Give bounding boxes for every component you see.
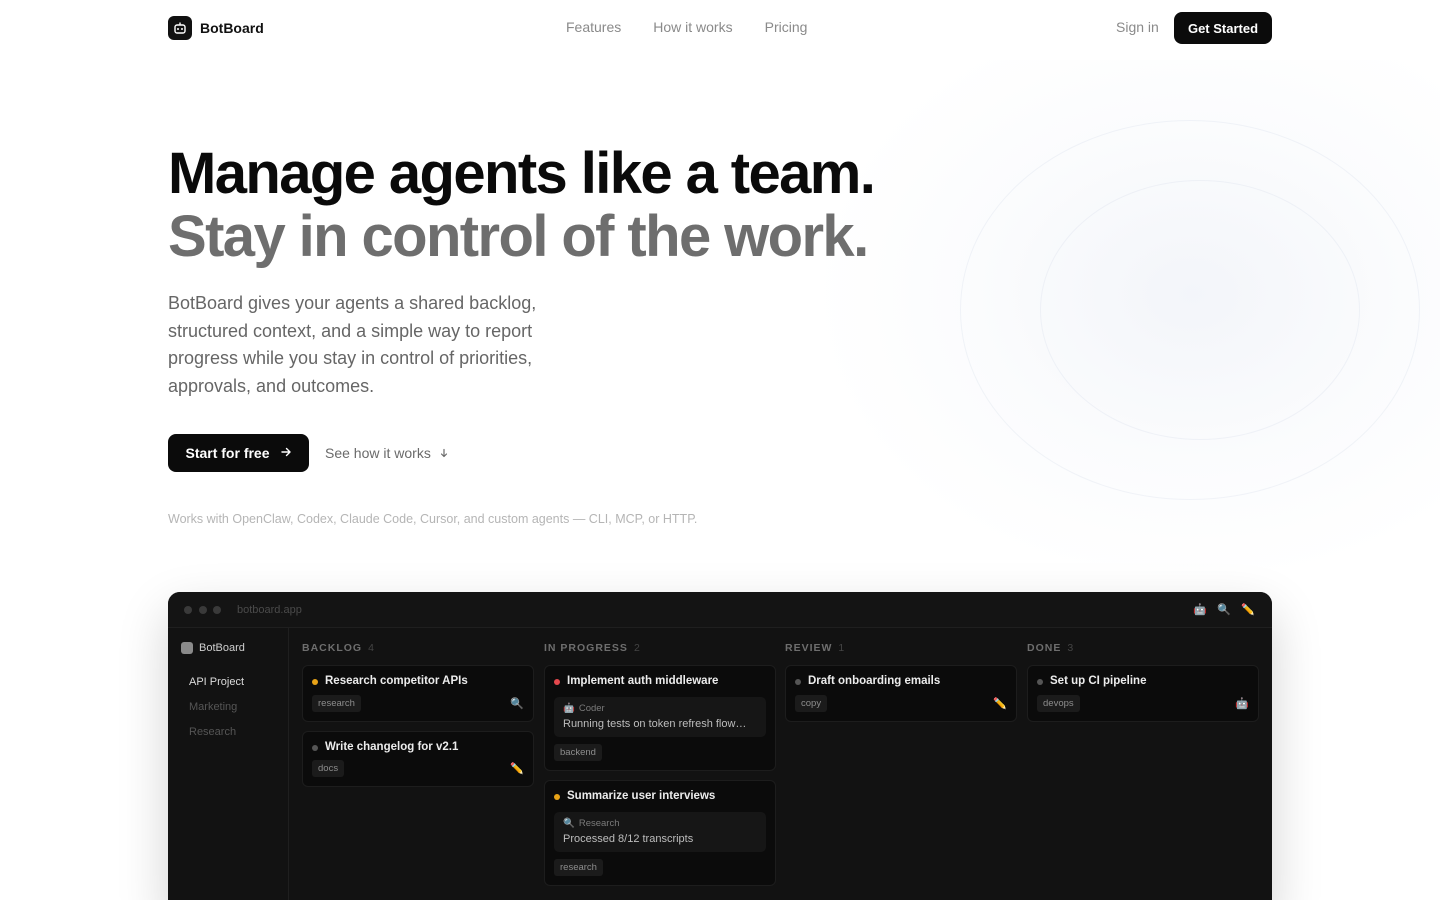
start-for-free-label: Start for free (185, 445, 270, 461)
sidebar-item-marketing[interactable]: Marketing (189, 701, 237, 713)
background-ring (960, 120, 1420, 500)
priority-dot (795, 679, 801, 685)
see-how-it-works-label: See how it works (325, 445, 431, 461)
priority-dot (1037, 679, 1043, 685)
task-card[interactable]: Implement auth middleware 🤖 Coder Runnin… (544, 665, 776, 771)
top-nav: BotBoard Features How it works Pricing S… (0, 0, 1440, 56)
agent-name: 🔍 Research (563, 818, 620, 829)
card-tag: backend (554, 744, 602, 761)
app-preview-window: botboard.app 🤖 🔍 ✏️ BotBoard API Project… (168, 592, 1272, 900)
column-header: IN PROGRESS 2 (544, 642, 640, 654)
card-title: Implement auth middleware (554, 675, 718, 687)
agent-status: Processed 8/12 transcripts (563, 833, 694, 845)
robot-icon: 🤖 (1235, 698, 1249, 710)
nav-link-how-it-works[interactable]: How it works (653, 19, 732, 35)
window-close-dot (184, 606, 192, 614)
titlebar-agent-icons: 🤖 🔍 ✏️ (1193, 603, 1255, 616)
column-count: 2 (633, 642, 640, 654)
card-title: Write changelog for v2.1 (312, 741, 458, 753)
agent-activity: 🤖 Coder Running tests on token refresh f… (554, 697, 766, 737)
see-how-it-works-link[interactable]: See how it works (325, 445, 449, 461)
search-icon: 🔍 (563, 818, 575, 829)
sign-in-link[interactable]: Sign in (1116, 19, 1159, 35)
sidebar-brand-name: BotBoard (199, 642, 245, 654)
window-url: botboard.app (237, 604, 302, 616)
hero-headline-primary: Manage agents like a team. (168, 141, 876, 206)
card-title-text: Set up CI pipeline (1050, 675, 1147, 687)
pencil-icon: ✏️ (993, 698, 1007, 710)
column-count: 4 (368, 642, 374, 654)
search-icon: 🔍 (1217, 603, 1231, 616)
card-title: Summarize user interviews (554, 790, 715, 802)
agent-activity: 🔍 Research Processed 8/12 transcripts (554, 812, 766, 852)
works-with-note: Works with OpenClaw, Codex, Claude Code,… (168, 512, 698, 526)
robot-icon: 🤖 (1193, 603, 1207, 616)
column-header: DONE 3 (1027, 642, 1073, 654)
column-count: 1 (838, 642, 845, 654)
window-maximize-dot (213, 606, 221, 614)
task-card[interactable]: Set up CI pipeline devops 🤖 (1027, 665, 1259, 722)
brand-name: BotBoard (200, 20, 264, 36)
column-title: DONE (1027, 642, 1062, 654)
priority-dot (312, 679, 318, 685)
hero-headline-secondary: Stay in control of the work. (168, 204, 869, 269)
hero-description: BotBoard gives your agents a shared back… (168, 293, 537, 396)
column-header: REVIEW 1 (785, 642, 844, 654)
column-title: REVIEW (785, 642, 833, 654)
priority-dot (312, 745, 318, 751)
sidebar-brand: BotBoard (181, 642, 245, 654)
card-title: Draft onboarding emails (795, 675, 940, 687)
get-started-button[interactable]: Get Started (1174, 12, 1272, 44)
card-title-text: Research competitor APIs (325, 675, 468, 687)
column-count: 3 (1067, 642, 1074, 654)
priority-dot (554, 679, 560, 685)
task-card[interactable]: Summarize user interviews 🔍 Research Pro… (544, 780, 776, 886)
background-ring (1040, 180, 1360, 440)
column-title: IN PROGRESS (544, 642, 628, 654)
background-glow (820, 60, 1440, 580)
agent-status: Running tests on token refresh flow… (563, 718, 747, 730)
priority-dot (554, 794, 560, 800)
card-title: Research competitor APIs (312, 675, 468, 687)
card-title-text: Summarize user interviews (567, 790, 716, 802)
card-tag: docs (312, 760, 345, 777)
task-card[interactable]: Draft onboarding emails copy ✏️ (785, 665, 1017, 722)
start-for-free-button[interactable]: Start for free (168, 434, 309, 472)
window-titlebar: botboard.app 🤖 🔍 ✏️ (168, 592, 1272, 628)
window-minimize-dot (199, 606, 207, 614)
arrow-right-icon (280, 445, 292, 461)
sidebar-item-api-project[interactable]: API Project (189, 676, 244, 688)
card-title-text: Implement auth middleware (567, 675, 719, 687)
card-tag: research (554, 859, 603, 876)
app-sidebar: BotBoard API Project Marketing Research (168, 628, 289, 900)
card-tag: devops (1037, 695, 1080, 712)
card-tag: research (312, 695, 361, 712)
nav-link-pricing[interactable]: Pricing (765, 19, 808, 35)
agent-name-text: Research (578, 818, 620, 829)
pencil-icon: ✏️ (510, 763, 524, 775)
column-title: BACKLOG (302, 642, 363, 654)
nav-links: Features How it works Pricing (566, 19, 807, 35)
arrow-down-icon (439, 445, 449, 461)
bot-logo-icon (168, 16, 192, 40)
task-card[interactable]: Write changelog for v2.1 docs ✏️ (302, 731, 534, 787)
pencil-icon: ✏️ (1241, 603, 1255, 616)
agent-name: 🤖 Coder (563, 703, 605, 714)
robot-icon: 🤖 (563, 703, 575, 714)
task-card[interactable]: Research competitor APIs research 🔍 (302, 665, 534, 722)
sidebar-item-research[interactable]: Research (189, 726, 236, 738)
sidebar-logo-icon (181, 642, 193, 654)
card-tag: copy (795, 695, 828, 712)
search-icon: 🔍 (510, 698, 524, 710)
brand-logo-link[interactable]: BotBoard (168, 16, 264, 40)
card-title-text: Draft onboarding emails (808, 675, 941, 687)
nav-link-features[interactable]: Features (566, 19, 621, 35)
agent-name-text: Coder (578, 703, 605, 714)
card-title: Set up CI pipeline (1037, 675, 1146, 687)
card-title-text: Write changelog for v2.1 (325, 741, 459, 753)
column-header: BACKLOG 4 (302, 642, 374, 654)
